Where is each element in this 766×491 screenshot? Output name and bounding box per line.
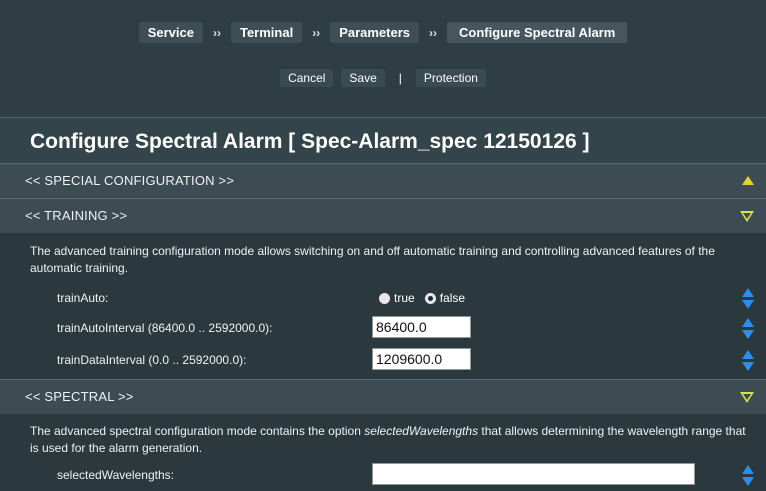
radio-label-false: false: [439, 291, 466, 305]
triangle-up-icon[interactable]: [742, 176, 754, 185]
breadcrumb: Service ›› Terminal ›› Parameters ›› Con…: [0, 22, 766, 43]
selectedWavelengths-input[interactable]: [372, 463, 695, 485]
top-navigation: Service ›› Terminal ›› Parameters ›› Con…: [0, 0, 766, 117]
param-row-selectedWavelengths: selectedWavelengths:: [0, 462, 766, 490]
updown-arrows-icon[interactable]: [742, 318, 754, 340]
section-label: << SPECTRAL >>: [25, 389, 134, 404]
trainAuto-false-radio[interactable]: [424, 292, 436, 304]
updown-arrows-icon[interactable]: [742, 288, 754, 310]
trainDataInterval-input[interactable]: [372, 348, 471, 370]
breadcrumb-terminal[interactable]: Terminal: [230, 22, 303, 43]
section-spectral[interactable]: << SPECTRAL >>: [0, 379, 766, 414]
param-label: selectedWavelengths:: [57, 468, 174, 482]
spectral-description: The advanced spectral configuration mode…: [30, 423, 748, 457]
updown-arrows-icon[interactable]: [742, 350, 754, 372]
save-button[interactable]: Save: [341, 69, 385, 87]
breadcrumb-current: Configure Spectral Alarm: [447, 22, 628, 43]
section-special-configuration[interactable]: << SPECIAL CONFIGURATION >>: [0, 163, 766, 198]
cancel-button[interactable]: Cancel: [280, 69, 334, 87]
page-title: Configure Spectral Alarm [ Spec-Alarm_sp…: [30, 130, 590, 153]
action-bar: Cancel Save | Protection: [0, 69, 766, 87]
section-training[interactable]: << TRAINING >>: [0, 198, 766, 233]
breadcrumb-separator-icon: ››: [312, 25, 321, 40]
trainAuto-radio-group: true false: [379, 291, 465, 305]
training-content: The advanced training configuration mode…: [0, 233, 766, 378]
description-text: The advanced spectral configuration mode…: [30, 424, 365, 438]
param-label: trainDataInterval (0.0 .. 2592000.0):: [57, 353, 247, 367]
section-label: << TRAINING >>: [25, 208, 128, 223]
spectral-content: The advanced spectral configuration mode…: [0, 414, 766, 491]
training-description: The advanced training configuration mode…: [30, 244, 715, 275]
trainAutoInterval-input[interactable]: [372, 316, 471, 338]
param-row-trainDataInterval: trainDataInterval (0.0 .. 2592000.0):: [0, 347, 766, 375]
breadcrumb-parameters[interactable]: Parameters: [330, 22, 420, 43]
triangle-down-icon[interactable]: [740, 211, 754, 222]
section-label: << SPECIAL CONFIGURATION >>: [25, 173, 235, 188]
param-label: trainAutoInterval (86400.0 .. 2592000.0)…: [57, 321, 273, 335]
breadcrumb-service[interactable]: Service: [138, 22, 203, 43]
param-row-trainAutoInterval: trainAutoInterval (86400.0 .. 2592000.0)…: [0, 315, 766, 343]
updown-arrows-icon[interactable]: [742, 465, 754, 487]
radio-label-true: true: [394, 291, 415, 305]
triangle-down-icon[interactable]: [740, 392, 754, 403]
param-label: trainAuto:: [57, 291, 109, 305]
trainAuto-true-radio[interactable]: [379, 292, 390, 304]
breadcrumb-separator-icon: ››: [212, 25, 221, 40]
param-row-trainAuto: trainAuto: true false: [0, 285, 766, 313]
action-divider: |: [398, 71, 402, 85]
breadcrumb-separator-icon: ››: [429, 25, 438, 40]
description-emphasis: selectedWavelengths: [364, 424, 479, 438]
protection-button[interactable]: Protection: [415, 69, 486, 87]
title-bar: Configure Spectral Alarm [ Spec-Alarm_sp…: [0, 117, 766, 164]
